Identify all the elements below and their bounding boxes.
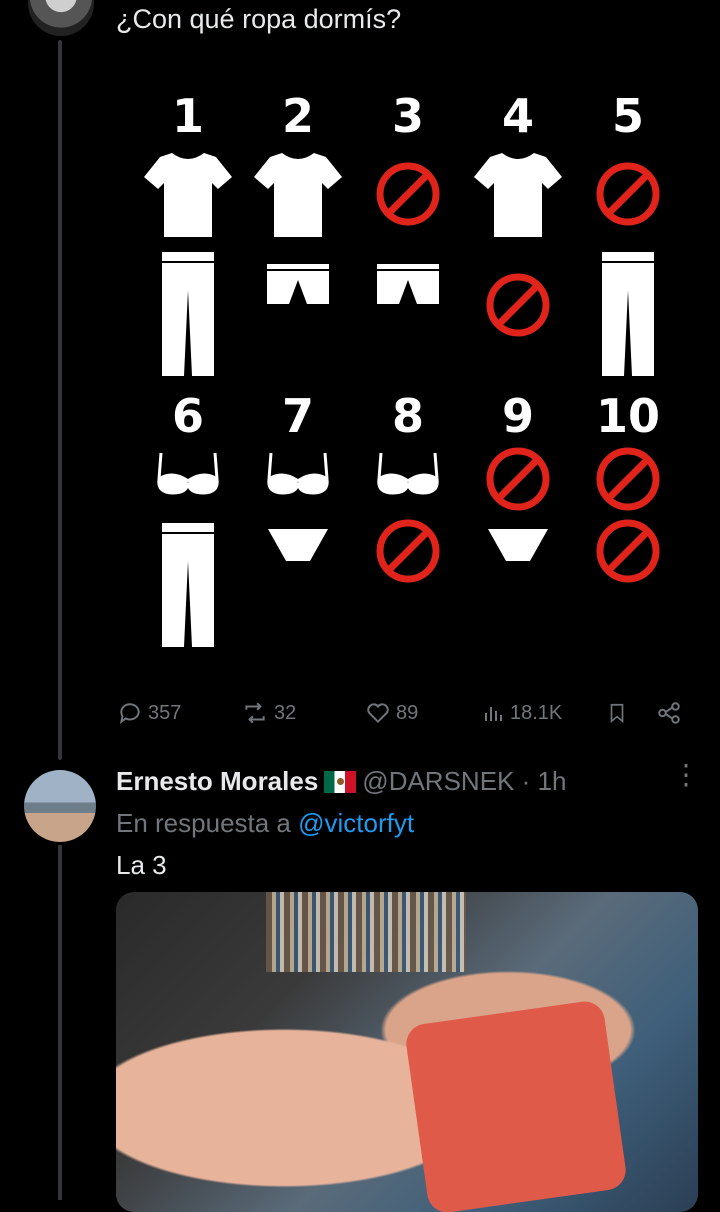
repost-icon — [245, 702, 265, 724]
pants-icon — [140, 516, 236, 656]
like-button[interactable]: 89 — [364, 700, 418, 726]
views-button[interactable]: 18.1K — [482, 700, 562, 726]
repost-button[interactable]: 32 — [240, 700, 296, 726]
avatar[interactable] — [24, 770, 96, 842]
thread-line — [58, 845, 62, 1200]
tweet-media-image[interactable]: 1 2 3 4 5 6 7 8 9 10 — [140, 90, 680, 670]
option-number: 7 — [281, 389, 314, 443]
avatar[interactable] — [28, 0, 94, 36]
bookmark-button[interactable] — [606, 700, 632, 726]
boxer-briefs-icon — [250, 250, 346, 320]
bra-icon — [140, 444, 236, 504]
panties-icon — [250, 520, 346, 570]
tweet-text: ¿Con qué ropa dormís? — [116, 4, 402, 34]
photo-shorts — [403, 999, 629, 1212]
mexico-flag-icon — [324, 771, 357, 793]
thread-line — [58, 40, 62, 760]
prohibited-icon — [580, 444, 676, 514]
option-number: 3 — [391, 89, 424, 143]
option-4: 4 — [470, 90, 566, 380]
option-number: 4 — [501, 89, 534, 143]
prohibited-icon — [580, 516, 676, 586]
reply-count: 357 — [148, 701, 182, 724]
display-name[interactable]: Ernesto Morales — [116, 766, 318, 796]
tshirt-icon — [250, 144, 346, 244]
reply-icon — [119, 703, 140, 724]
option-8: 8 — [360, 390, 456, 680]
reply-text: La 3 — [116, 850, 167, 880]
option-number: 8 — [391, 389, 424, 443]
option-3: 3 — [360, 90, 456, 380]
bra-icon — [360, 444, 456, 504]
share-icon — [658, 702, 680, 724]
panties-icon — [470, 520, 566, 570]
reply-header: Ernesto Morales @DARSNEK · 1h — [116, 766, 566, 797]
bra-icon — [250, 444, 346, 504]
heart-icon — [367, 703, 389, 724]
like-count: 89 — [396, 701, 419, 724]
replying-to-prefix: En respuesta a — [116, 808, 291, 838]
tshirt-icon — [140, 144, 236, 244]
more-icon[interactable]: ⋮ — [672, 761, 700, 789]
timestamp[interactable]: · 1h — [522, 766, 567, 796]
repost-count: 32 — [274, 701, 297, 724]
option-1: 1 — [140, 90, 236, 380]
views-count: 18.1K — [510, 701, 563, 724]
option-number: 1 — [171, 89, 204, 143]
option-9: 9 — [470, 390, 566, 680]
boxer-briefs-icon — [360, 250, 456, 320]
pants-icon — [140, 250, 236, 380]
option-number: 5 — [611, 89, 644, 143]
share-button[interactable] — [656, 700, 686, 726]
pants-icon — [580, 250, 676, 380]
prohibited-icon — [580, 144, 676, 244]
replying-to: En respuesta a @victorfyt — [116, 808, 414, 839]
prohibited-icon — [360, 516, 456, 586]
option-2: 2 — [250, 90, 346, 380]
mention-link[interactable]: @victorfyt — [298, 808, 414, 838]
views-icon — [485, 707, 502, 721]
reply-button[interactable]: 357 — [116, 700, 181, 726]
option-7: 7 — [250, 390, 346, 680]
prohibited-icon — [470, 444, 566, 514]
reply-photo[interactable] — [116, 892, 698, 1212]
option-6: 6 — [140, 390, 236, 680]
user-handle[interactable]: @DARSNEK — [362, 766, 514, 796]
option-number: 10 — [595, 389, 660, 443]
option-number: 2 — [281, 89, 314, 143]
option-5: 5 — [580, 90, 676, 380]
tshirt-icon — [470, 144, 566, 244]
bookmark-icon — [610, 703, 624, 724]
prohibited-icon — [360, 144, 456, 244]
prohibited-icon — [470, 260, 566, 350]
option-10: 10 — [580, 390, 676, 680]
option-number: 6 — [171, 389, 204, 443]
option-number: 9 — [501, 389, 534, 443]
tweet-actions: 357 32 89 18.1K — [116, 700, 686, 736]
